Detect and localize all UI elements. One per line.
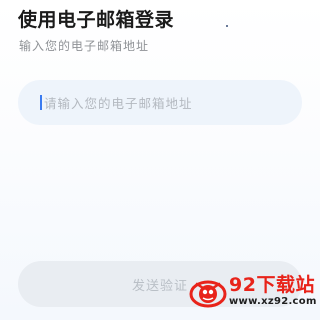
watermark: 92下载站 www.xz92.com: [187, 270, 320, 320]
page-subtitle: 输入您的电子邮箱地址: [19, 39, 150, 53]
watermark-logo-icon: [189, 280, 227, 308]
watermark-url: www.xz92.com: [229, 296, 317, 307]
email-placeholder: 请输入您的电子邮箱地址: [44, 96, 193, 111]
decorative-dot: [226, 25, 228, 27]
text-caret: [40, 95, 42, 110]
email-field[interactable]: 请输入您的电子邮箱地址: [18, 80, 302, 125]
watermark-brand: 92下载站: [229, 274, 315, 296]
send-button-label: 发送验证: [131, 278, 188, 294]
page-title: 使用电子邮箱登录: [18, 9, 175, 31]
